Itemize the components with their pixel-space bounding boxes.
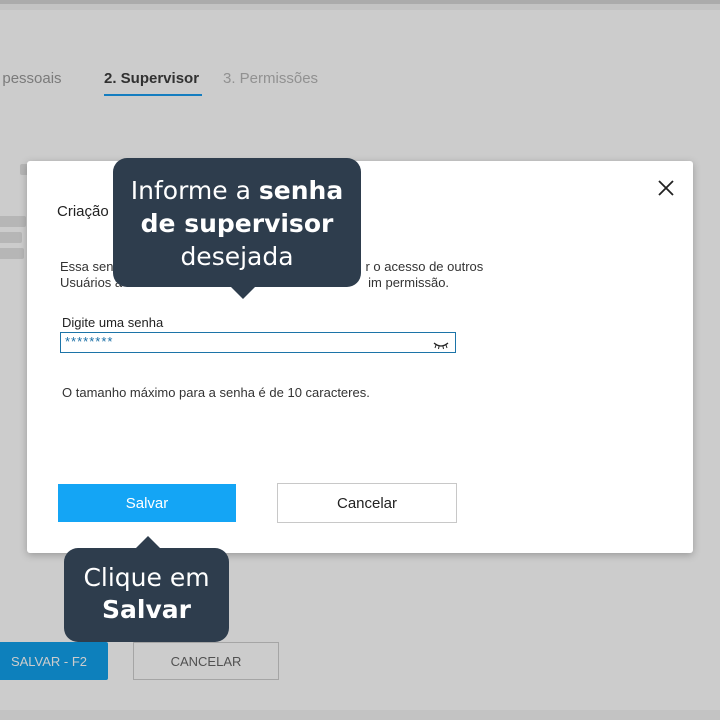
password-hint: O tamanho máximo para a senha é de 10 ca…	[62, 385, 370, 400]
callout-top-line2: de supervisor	[140, 209, 334, 238]
password-field-group: Digite uma senha ********	[54, 309, 462, 360]
callout-bottom-line1: Clique em	[83, 563, 210, 592]
callout-click-save: Clique em Salvar	[64, 536, 229, 642]
save-button[interactable]: Salvar	[57, 483, 237, 523]
modal-title: Criação	[57, 203, 109, 220]
password-value: ********	[65, 334, 114, 349]
close-icon[interactable]	[655, 177, 677, 199]
callout-top-line1: Informe a	[130, 176, 259, 205]
description-line1-start: Essa sen	[60, 259, 114, 274]
password-input[interactable]: ********	[60, 332, 456, 353]
callout-password-hint: Informe a senha de supervisor desejada	[113, 158, 361, 299]
callout-top-line1-bold: senha	[258, 176, 344, 205]
eye-closed-icon[interactable]	[433, 337, 449, 350]
callout-bottom-line2: Salvar	[102, 595, 191, 624]
description-line2-end: im permissão.	[368, 275, 450, 290]
password-field-label: Digite uma senha	[62, 315, 164, 330]
description-line1-end: r o acesso de outros	[365, 259, 484, 274]
cancel-button[interactable]: Cancelar	[277, 483, 457, 523]
callout-top-line3: desejada	[180, 242, 294, 271]
